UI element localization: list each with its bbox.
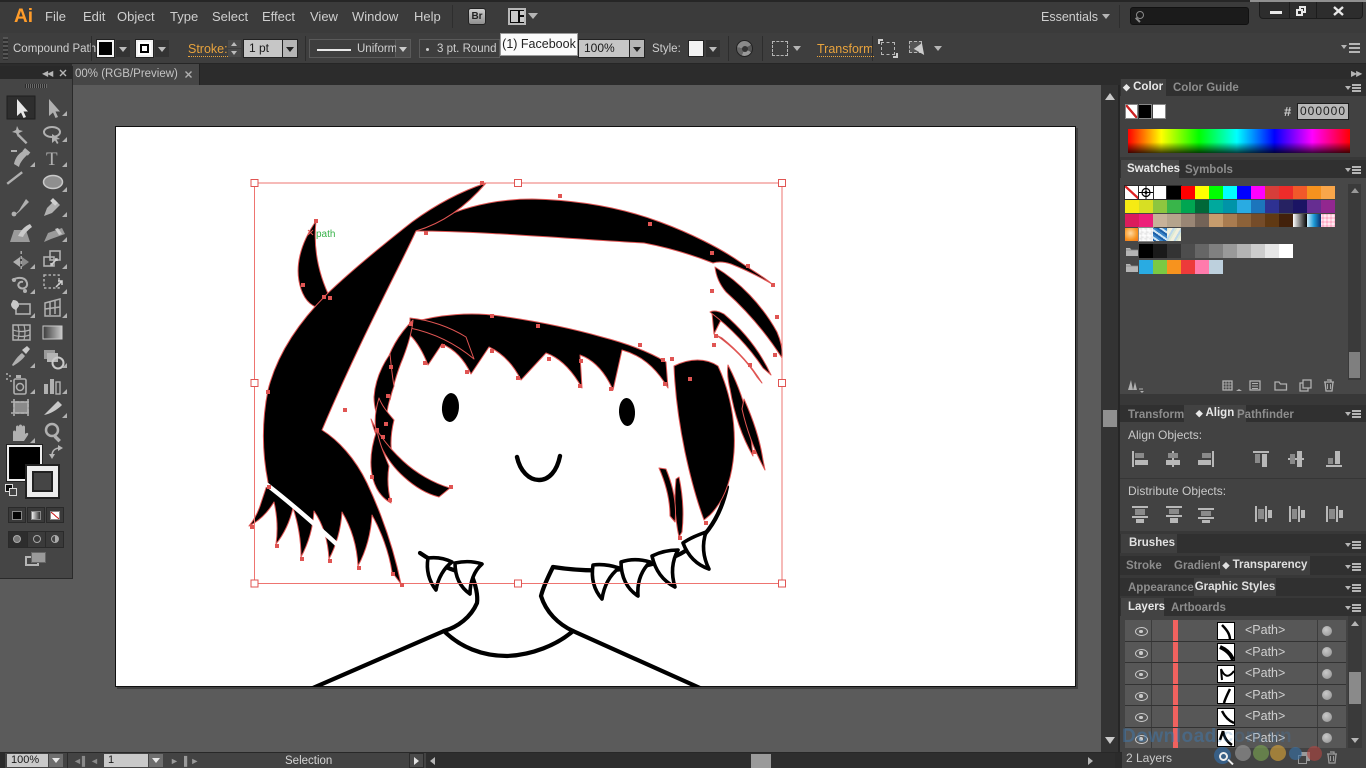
- svg-text:path: path: [316, 229, 335, 240]
- svg-text:T: T: [46, 149, 58, 170]
